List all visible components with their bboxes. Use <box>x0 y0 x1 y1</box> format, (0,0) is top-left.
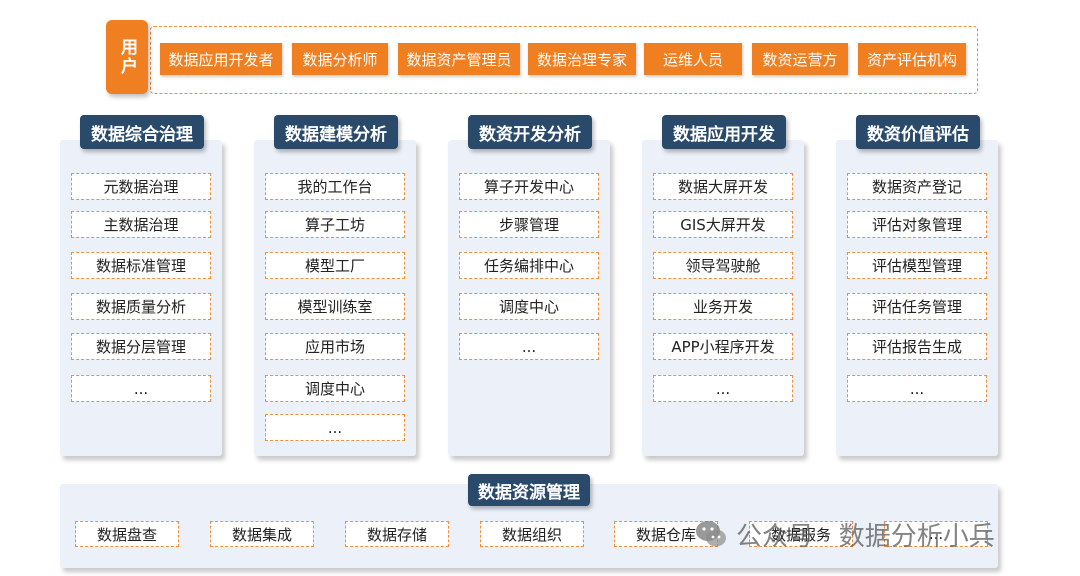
resource-title: 数据资源管理 <box>468 474 590 506</box>
module-title-application: 数据应用开发 <box>662 115 786 149</box>
module-item: ... <box>71 375 211 402</box>
module-item: APP小程序开发 <box>653 333 793 360</box>
module-item: 调度中心 <box>265 375 405 402</box>
module-item: 步骤管理 <box>459 211 599 238</box>
module-item: ... <box>459 333 599 360</box>
module-item: 应用市场 <box>265 333 405 360</box>
module-title-governance: 数据综合治理 <box>80 115 204 149</box>
wechat-icon <box>696 521 726 547</box>
user-chip-ops-staff: 运维人员 <box>644 43 742 75</box>
user-chip-data-analyst: 数据分析师 <box>292 43 388 75</box>
resource-item: 数据集成 <box>210 521 314 547</box>
user-chip-asset-admin: 数据资产管理员 <box>398 43 520 75</box>
module-item: 任务编排中心 <box>459 252 599 279</box>
module-item: 主数据治理 <box>71 211 211 238</box>
module-item: 算子开发中心 <box>459 173 599 200</box>
user-chip-governance-expert: 数据治理专家 <box>528 43 636 75</box>
module-item: 数据标准管理 <box>71 252 211 279</box>
user-chip-asset-operator: 数资运营方 <box>752 43 848 75</box>
module-item: 算子工坊 <box>265 211 405 238</box>
resource-item: 数据存储 <box>345 521 449 547</box>
module-item: 评估对象管理 <box>847 211 987 238</box>
module-title-development: 数资开发分析 <box>468 115 592 149</box>
watermark: 公众号 · 数据分析小兵 <box>694 514 995 554</box>
module-item: 调度中心 <box>459 293 599 320</box>
module-item: 模型训练室 <box>265 293 405 320</box>
module-title-modeling: 数据建模分析 <box>274 115 398 149</box>
module-item: ... <box>653 375 793 402</box>
watermark-text: 公众号 · 数据分析小兵 <box>736 521 995 552</box>
module-item: 业务开发 <box>653 293 793 320</box>
module-item: 数据大屏开发 <box>653 173 793 200</box>
user-chip-app-developer: 数据应用开发者 <box>160 43 282 75</box>
module-item: 元数据治理 <box>71 173 211 200</box>
user-chip-valuation-agency: 资产评估机构 <box>858 43 966 75</box>
resource-item: 数据组织 <box>480 521 584 547</box>
module-item: 数据质量分析 <box>71 293 211 320</box>
module-item: ... <box>847 375 987 402</box>
module-item: 数据分层管理 <box>71 333 211 360</box>
module-item: 领导驾驶舱 <box>653 252 793 279</box>
module-item: 评估报告生成 <box>847 333 987 360</box>
module-item: 评估模型管理 <box>847 252 987 279</box>
module-item: 评估任务管理 <box>847 293 987 320</box>
module-item: 数据资产登记 <box>847 173 987 200</box>
module-item: 我的工作台 <box>265 173 405 200</box>
module-title-valuation: 数资价值评估 <box>856 115 980 149</box>
module-item: GIS大屏开发 <box>653 211 793 238</box>
module-item: ... <box>265 414 405 441</box>
module-item: 模型工厂 <box>265 252 405 279</box>
user-badge: 用户 <box>106 20 148 94</box>
resource-item: 数据盘查 <box>75 521 179 547</box>
